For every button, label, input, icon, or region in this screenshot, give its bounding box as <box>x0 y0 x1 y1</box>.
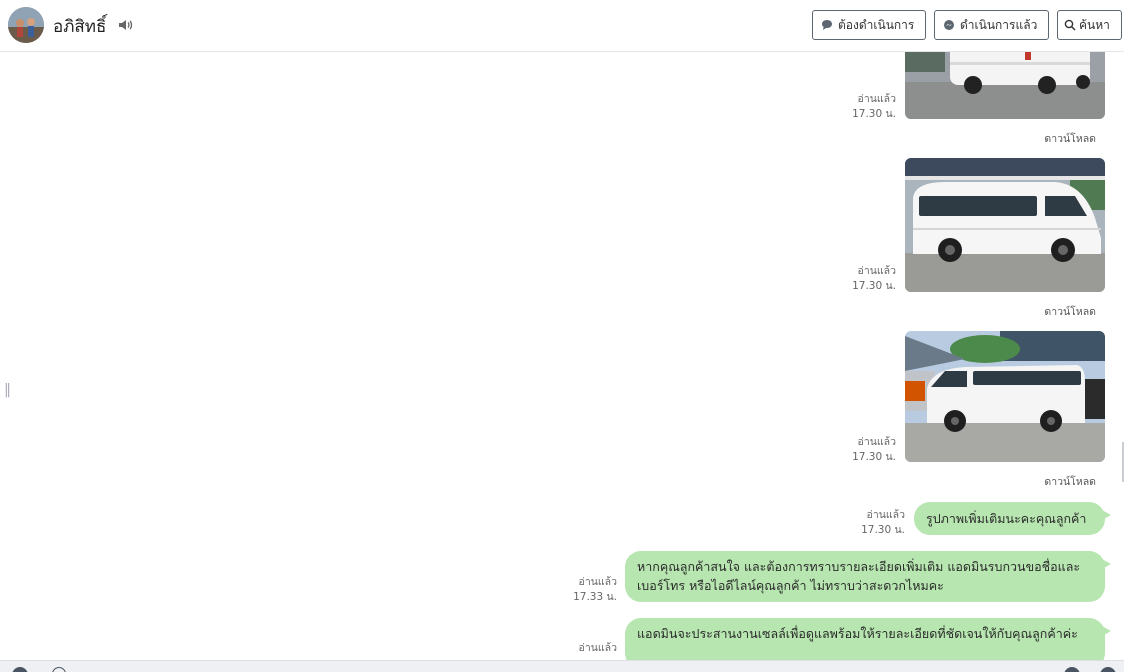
emoji-icon[interactable] <box>12 667 28 672</box>
van-photo[interactable] <box>905 331 1105 462</box>
message-time: 17.30 น. <box>852 108 896 120</box>
message-time: 17.30 น. <box>852 451 896 463</box>
composer-toolbar <box>0 660 1124 672</box>
message-meta: อ่านแล้ว 17.30 น. <box>840 435 896 465</box>
messenger-icon <box>944 20 954 30</box>
message-time: 17.30 น. <box>852 280 896 292</box>
download-link[interactable]: ดาวน์โหลด <box>1044 130 1096 147</box>
chat-area[interactable]: ‖ อ่านแล้ว 17.30 น. ดาวน์โหลด อ่านแล้ว 1… <box>0 52 1124 660</box>
message-bubble[interactable]: หากคุณลูกค้าสนใจ และต้องการทราบรายละเอีย… <box>625 551 1111 602</box>
send-icon[interactable] <box>1100 667 1116 672</box>
done-button[interactable]: ดำเนินการแล้ว <box>934 10 1049 40</box>
read-status: อ่านแล้ว <box>578 576 617 588</box>
download-link[interactable]: ดาวน์โหลด <box>1044 473 1096 490</box>
pending-button[interactable]: ต้องดำเนินการ <box>812 10 926 40</box>
message-text: รูปภาพเพิ่มเติมนะคะคุณลูกค้า <box>926 511 1087 526</box>
read-status: อ่านแล้ว <box>857 265 896 277</box>
contact-name: อภิสิทธิ์ <box>53 17 107 37</box>
read-status: อ่านแล้ว <box>578 642 617 654</box>
message-text: แอดมินจะประสานงานเซลล์เพื่อดูแลพร้อมให้ร… <box>637 626 1078 641</box>
chat-bubble-icon <box>822 20 832 30</box>
search-label: ค้นหา <box>1079 17 1110 32</box>
message-bubble[interactable]: แอดมินจะประสานงานเซลล์เพื่อดูแลพร้อมให้ร… <box>625 618 1111 660</box>
message-meta: อ่านแล้ว <box>560 641 617 656</box>
read-status: อ่านแล้ว <box>857 436 896 448</box>
message-meta: อ่านแล้ว 17.30 น. <box>840 92 896 122</box>
download-link[interactable]: ดาวน์โหลด <box>1044 303 1096 320</box>
message-time: 17.30 น. <box>861 524 905 536</box>
read-status: อ่านแล้ว <box>866 509 905 521</box>
resize-handle[interactable]: ‖ <box>4 382 11 398</box>
read-status: อ่านแล้ว <box>857 93 896 105</box>
done-label: ดำเนินการแล้ว <box>960 17 1038 32</box>
search-button[interactable]: ค้นหา <box>1057 10 1122 40</box>
template-icon[interactable] <box>1064 667 1080 672</box>
search-icon <box>1064 19 1076 31</box>
message-bubble[interactable]: รูปภาพเพิ่มเติมนะคะคุณลูกค้า <box>914 502 1111 535</box>
message-meta: อ่านแล้ว 17.30 น. <box>850 508 905 538</box>
message-time: 17.33 น. <box>573 591 617 603</box>
message-text: หากคุณลูกค้าสนใจ และต้องการทราบรายละเอีย… <box>637 559 1081 593</box>
pending-label: ต้องดำเนินการ <box>838 17 915 32</box>
attachment-icon[interactable] <box>52 667 66 672</box>
chat-header: อภิสิทธิ์ ต้องดำเนินการ ดำเนินการแล้ว ค้… <box>0 0 1124 52</box>
avatar[interactable] <box>8 7 44 43</box>
message-meta: อ่านแล้ว 17.33 น. <box>560 575 617 605</box>
van-photo[interactable] <box>905 52 1105 119</box>
message-meta: อ่านแล้ว 17.30 น. <box>840 264 896 294</box>
speaker-icon[interactable] <box>118 17 133 36</box>
van-photo[interactable] <box>905 158 1105 292</box>
